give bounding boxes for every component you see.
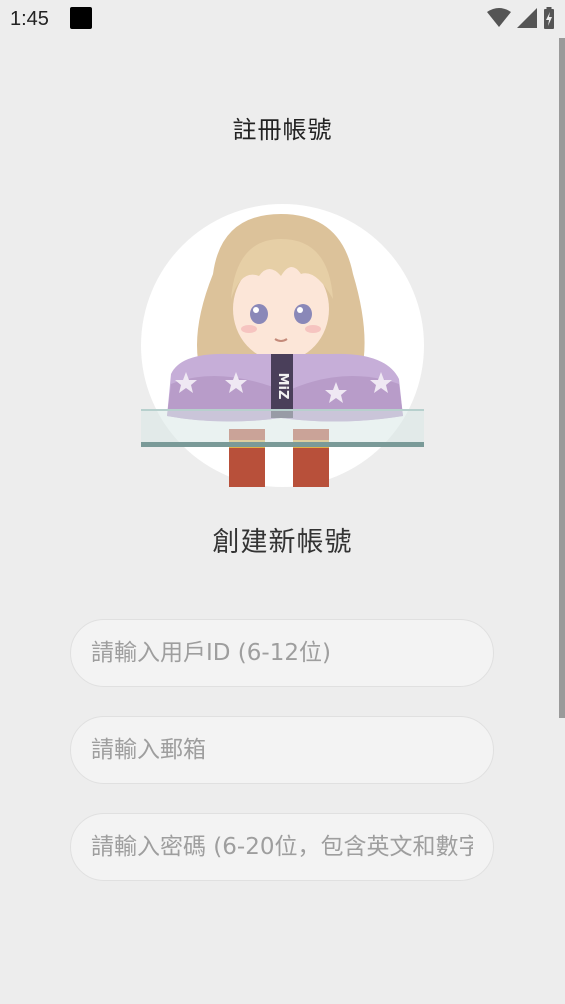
email-input[interactable] — [89, 736, 475, 764]
create-account-heading: 創建新帳號 — [212, 527, 353, 558]
wifi-icon — [487, 8, 511, 27]
notification-icon — [70, 7, 92, 29]
status-icons — [487, 7, 555, 29]
password-field[interactable] — [70, 813, 494, 881]
avatar-illustration: MiZ — [141, 214, 424, 487]
user-id-field[interactable] — [70, 619, 494, 687]
battery-icon — [544, 7, 554, 29]
password-input[interactable] — [89, 833, 475, 861]
user-id-input[interactable] — [89, 639, 475, 667]
status-time: 1:45 — [10, 8, 49, 30]
scrollbar[interactable] — [559, 38, 565, 718]
svg-text:MiZ: MiZ — [275, 373, 290, 400]
avatar[interactable]: MiZ — [141, 204, 424, 487]
email-field[interactable] — [70, 716, 494, 784]
page-title: 註冊帳號 — [232, 116, 333, 144]
status-bar: 1:45 — [0, 0, 565, 38]
signal-icon — [517, 8, 537, 28]
